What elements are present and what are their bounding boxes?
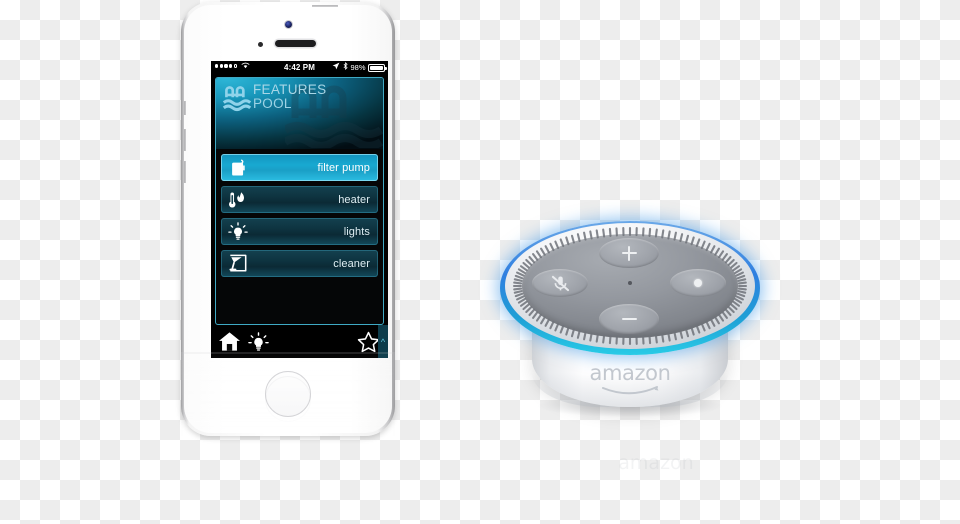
app-header: FEATURES POOL — [216, 78, 383, 149]
power-button[interactable] — [312, 5, 338, 7]
microphone-off-button[interactable] — [532, 269, 588, 297]
list-item-label: filter pump — [317, 161, 370, 174]
list-item-heater[interactable]: heater — [221, 186, 378, 213]
echo-reflection-watermark: amazon — [618, 452, 694, 474]
battery-percent-label: 98% — [350, 63, 366, 72]
iphone-device: 4:42 PM 98% FEATURES POOL filter pump he… — [181, 2, 395, 436]
list-item-label: lights — [343, 225, 370, 238]
bluetooth-icon — [343, 61, 348, 75]
filter-pump-icon — [225, 159, 251, 177]
amazon-echo-dot: amazon — [484, 219, 776, 433]
list-item-lights[interactable]: lights — [221, 218, 378, 245]
pool-control-app: FEATURES POOL filter pump heater lights … — [211, 75, 388, 358]
pool-cleaner-icon — [225, 254, 251, 273]
app-panel: FEATURES POOL filter pump heater lights … — [215, 77, 384, 325]
list-item-label: cleaner — [333, 257, 370, 270]
battery-icon — [368, 64, 387, 72]
ios-status-bar: 4:42 PM 98% — [211, 61, 388, 75]
action-button-icon — [694, 279, 702, 287]
volume-down-button[interactable] — [184, 161, 186, 183]
phone-body: 4:42 PM 98% FEATURES POOL filter pump he… — [184, 5, 392, 433]
list-item-cleaner[interactable]: cleaner — [221, 250, 378, 277]
feature-list: filter pump heater lights cleaner — [216, 149, 383, 324]
star-outline-icon[interactable] — [357, 331, 380, 353]
status-bar-right: 98% — [332, 61, 387, 75]
front-camera-icon — [284, 21, 292, 28]
plus-icon — [621, 245, 637, 261]
action-button[interactable] — [670, 269, 726, 297]
location-arrow-icon — [332, 61, 340, 75]
page-title: FEATURES — [253, 82, 327, 97]
echo-top-surface — [505, 223, 755, 349]
volume-down-button[interactable] — [599, 304, 659, 334]
amazon-wordmark: amazon — [589, 361, 671, 385]
phone-screen: 4:42 PM 98% FEATURES POOL filter pump he… — [211, 61, 388, 358]
lightbulb-icon[interactable] — [248, 331, 269, 352]
minus-icon — [621, 312, 637, 327]
lightbulb-icon — [225, 222, 251, 241]
proximity-sensor-icon — [258, 42, 263, 47]
header-text: FEATURES POOL — [253, 83, 326, 111]
thermometer-flame-icon — [225, 191, 251, 209]
chevron-up-icon[interactable]: ^ — [378, 325, 388, 358]
silent-switch[interactable] — [184, 101, 186, 115]
app-tabbar: ^ — [211, 325, 388, 358]
page-subtitle: POOL — [253, 95, 292, 111]
earpiece-speaker — [275, 40, 316, 47]
pool-ladder-waves-icon — [222, 86, 252, 112]
microphone-pinhole-icon — [628, 281, 632, 285]
reflection-tabbar — [208, 435, 385, 468]
amazon-smile-icon — [602, 386, 659, 395]
volume-up-button[interactable] — [184, 129, 186, 151]
volume-up-button[interactable] — [599, 238, 659, 268]
lightbulb-icon-reflection — [245, 442, 266, 462]
star-outline-icon-reflection — [354, 441, 377, 463]
home-icon[interactable] — [218, 331, 241, 352]
home-icon-reflection — [215, 441, 238, 462]
mic-mute-icon — [551, 275, 569, 291]
list-item-filter-pump[interactable]: filter pump — [221, 154, 378, 181]
list-item-label: heater — [338, 193, 370, 206]
home-button[interactable] — [265, 371, 311, 417]
